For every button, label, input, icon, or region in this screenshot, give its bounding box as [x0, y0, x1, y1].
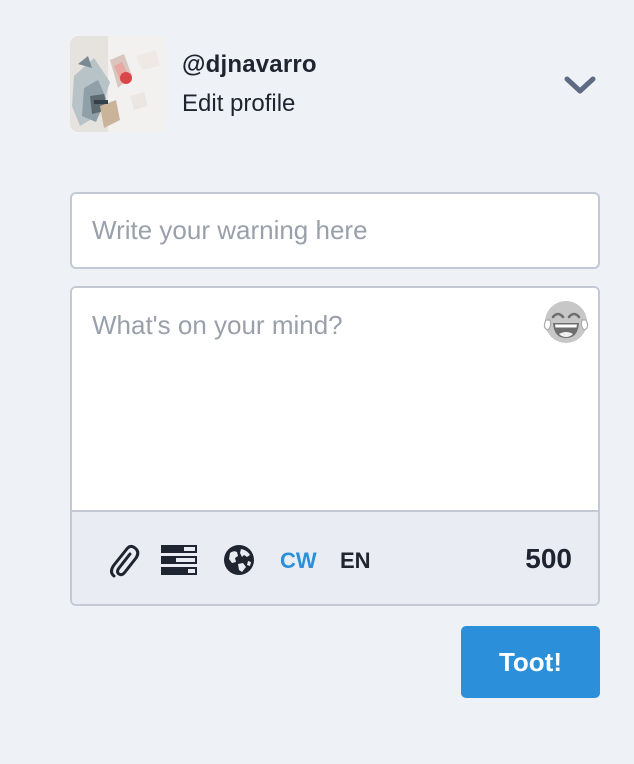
compose-panel: @djnavarro Edit profile Write your warni…	[0, 0, 634, 764]
attach-media-button[interactable]	[106, 542, 142, 578]
toot-button[interactable]: Toot!	[461, 626, 600, 698]
edit-profile-link[interactable]: Edit profile	[182, 90, 295, 118]
account-menu-button[interactable]	[560, 68, 600, 104]
chevron-down-icon	[564, 76, 596, 94]
paperclip-icon	[110, 544, 140, 578]
poll-icon	[161, 545, 197, 575]
laughing-emoji-icon	[543, 301, 589, 343]
avatar-image	[70, 36, 166, 132]
emoji-picker-button[interactable]	[542, 298, 590, 346]
character-counter: 500	[525, 543, 572, 574]
content-warning-input[interactable]	[70, 192, 600, 269]
username-handle: @djnavarro	[182, 51, 317, 78]
visibility-button[interactable]	[222, 542, 256, 578]
globe-icon	[224, 545, 254, 575]
content-warning-toggle[interactable]: CW	[280, 548, 317, 574]
compose-toolbar: CW EN 500	[72, 510, 598, 604]
compose-box: CW EN 500	[70, 286, 600, 606]
add-poll-button[interactable]	[160, 542, 198, 578]
compose-textarea[interactable]	[72, 288, 598, 510]
avatar[interactable]	[70, 36, 166, 132]
language-selector[interactable]: EN	[340, 548, 371, 574]
